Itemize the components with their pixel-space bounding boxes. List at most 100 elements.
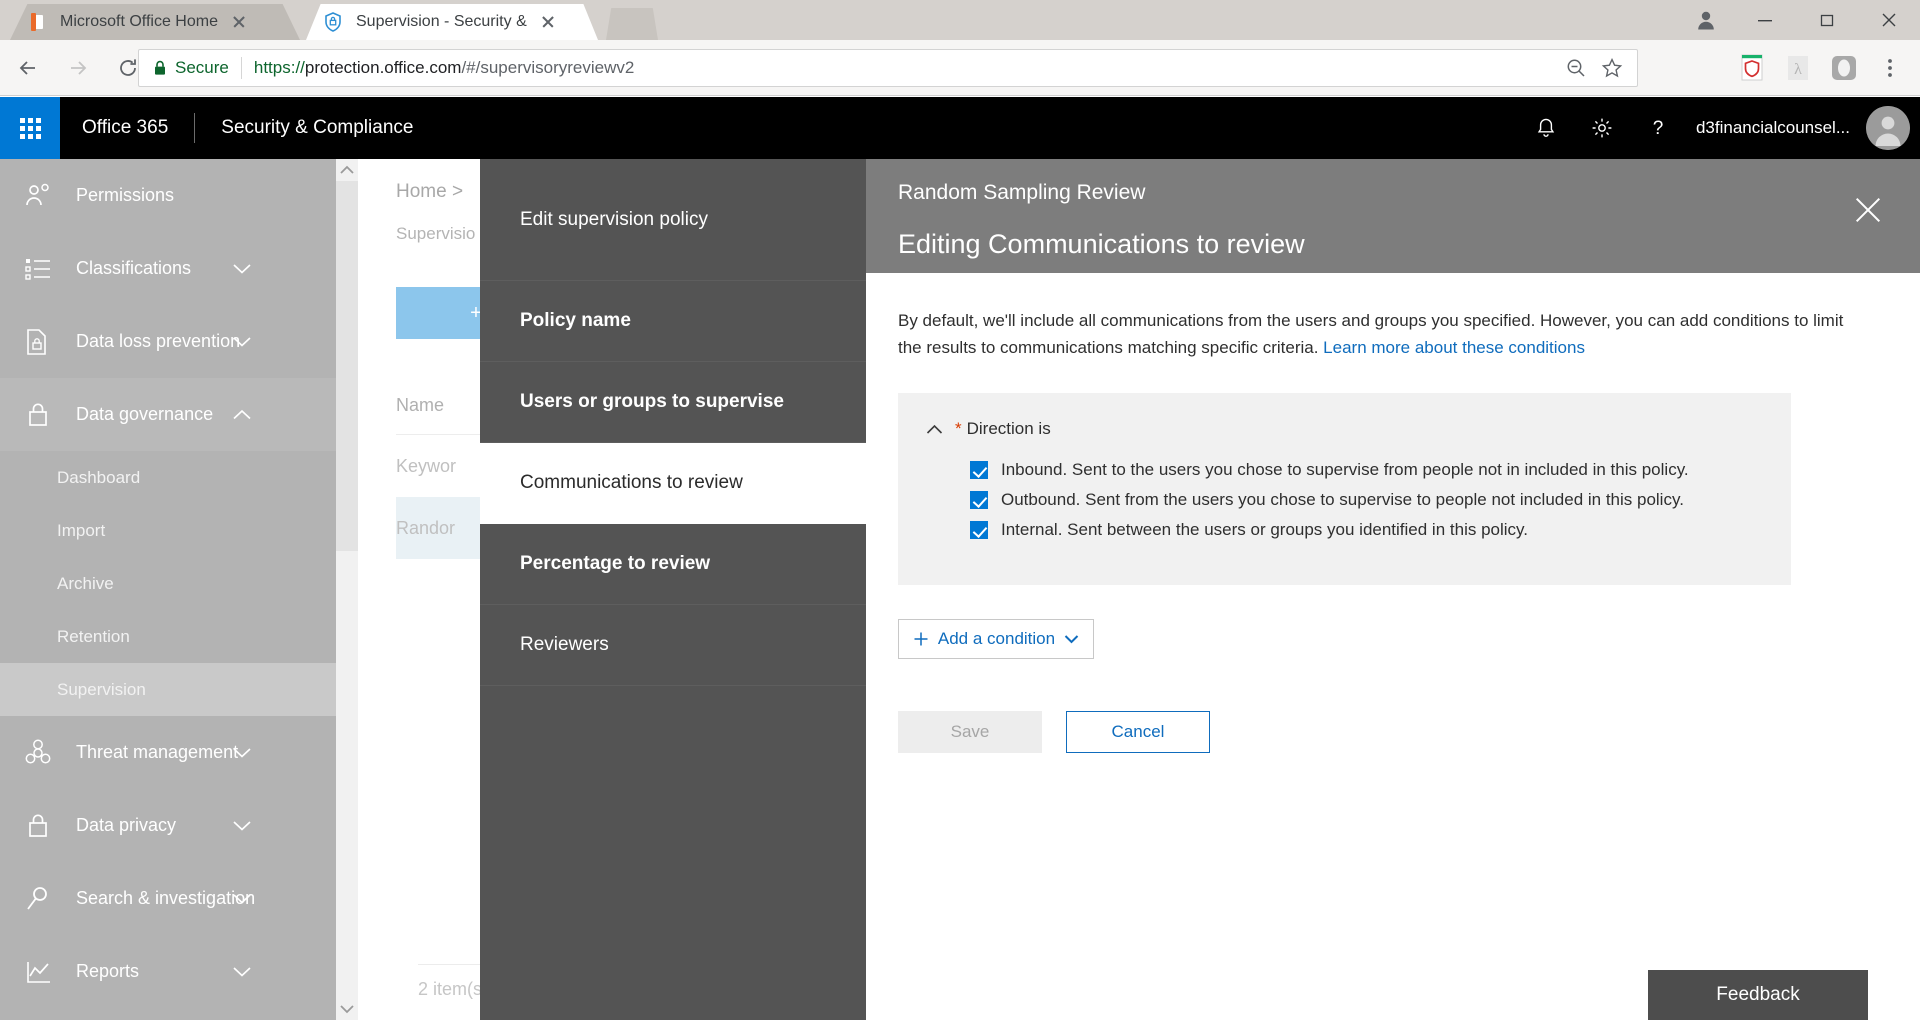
- minimize-icon[interactable]: [1734, 0, 1796, 40]
- scrollbar-thumb[interactable]: [336, 181, 358, 551]
- forward-arrow-icon[interactable]: [56, 46, 100, 90]
- profile-icon[interactable]: [1678, 0, 1734, 40]
- flyout-title: Editing Communications to review: [898, 229, 1894, 260]
- chevron-up-icon[interactable]: [926, 424, 943, 435]
- maximize-icon[interactable]: [1796, 0, 1858, 40]
- back-arrow-icon[interactable]: [6, 46, 50, 90]
- sidebar-subitem-label: Retention: [57, 627, 130, 647]
- sidebar-item-data-governance[interactable]: Data governance: [0, 378, 336, 451]
- policy-name-label: Random Sampling Review: [898, 181, 1894, 205]
- shield-icon: [324, 12, 344, 32]
- three-dot-menu-icon[interactable]: [1870, 49, 1910, 87]
- close-icon[interactable]: [1852, 193, 1886, 227]
- chevron-down-icon[interactable]: [1064, 634, 1079, 644]
- browser-tab-0[interactable]: Microsoft Office Home: [10, 4, 300, 40]
- left-navigation: Permissions Classifications Data loss pr…: [0, 159, 336, 1020]
- sidebar-item-reports[interactable]: Reports: [0, 935, 336, 1008]
- browser-tab-0-close-icon[interactable]: [226, 9, 252, 35]
- sidebar-item-dashboard[interactable]: Dashboard: [0, 451, 336, 504]
- cancel-button[interactable]: Cancel: [1066, 711, 1210, 753]
- sidebar-item-classifications[interactable]: Classifications: [0, 232, 336, 305]
- sidebar-item-archive[interactable]: Archive: [0, 557, 336, 610]
- checkbox-row-internal[interactable]: Internal. Sent between the users or grou…: [970, 515, 1791, 545]
- checkbox-inbound[interactable]: [970, 461, 988, 479]
- browser-tab-1-title: Supervision - Security &: [356, 13, 527, 31]
- url-host: protection.office.com: [305, 58, 462, 77]
- address-bar[interactable]: Secure https://protection.office.com/#/s…: [138, 49, 1638, 87]
- chart-icon: [24, 957, 58, 987]
- wizard-step-policy-name[interactable]: Policy name: [480, 281, 866, 362]
- sidebar-item-supervision[interactable]: Supervision: [0, 663, 336, 716]
- wizard-step-percentage-to-review[interactable]: Percentage to review: [480, 524, 866, 605]
- svg-text:?: ?: [1653, 118, 1664, 139]
- suite-actions: ? d3financialcounsel...: [1518, 97, 1920, 159]
- save-button[interactable]: Save: [898, 711, 1042, 753]
- chevron-down-icon[interactable]: [232, 263, 252, 275]
- sidebar-item-label: Reports: [76, 961, 139, 982]
- chevron-down-icon[interactable]: [232, 820, 252, 832]
- close-icon[interactable]: [1858, 0, 1920, 40]
- add-condition-button[interactable]: Add a condition: [898, 619, 1094, 659]
- wizard-step-communications-to-review[interactable]: Communications to review: [480, 443, 866, 524]
- sidebar-item-label: Threat management: [76, 742, 238, 763]
- extensions-area: λ: [1732, 49, 1910, 87]
- checkbox-row-inbound[interactable]: Inbound. Sent to the users you chose to …: [970, 455, 1791, 485]
- adobe-acrobat-icon[interactable]: λ: [1778, 49, 1818, 87]
- condition-label: Direction is: [967, 419, 1051, 439]
- zoom-out-icon[interactable]: [1565, 57, 1587, 79]
- wizard-title: Edit supervision policy: [480, 159, 866, 281]
- browser-tab-1-close-icon[interactable]: [535, 9, 561, 35]
- notifications-icon[interactable]: [1518, 97, 1574, 159]
- omnibox-actions: [1565, 57, 1627, 79]
- wizard-step-reviewers[interactable]: Reviewers: [480, 605, 866, 686]
- sidebar-item-search-investigation[interactable]: Search & investigation: [0, 862, 336, 935]
- sidebar-item-label: Permissions: [76, 185, 174, 206]
- flyout-header: Random Sampling Review Editing Communica…: [866, 159, 1920, 273]
- sidebar-item-data-privacy[interactable]: Data privacy: [0, 789, 336, 862]
- app-launcher-icon[interactable]: [0, 97, 60, 159]
- help-icon[interactable]: ?: [1630, 97, 1686, 159]
- lock-icon: [153, 60, 167, 76]
- chevron-down-icon[interactable]: [232, 966, 252, 978]
- feedback-button[interactable]: Feedback: [1648, 970, 1868, 1020]
- dlp-icon: [24, 327, 58, 357]
- lock-icon: [24, 400, 58, 430]
- avatar-icon[interactable]: [1866, 106, 1910, 150]
- new-tab-button[interactable]: [606, 8, 658, 40]
- scroll-down-arrow-icon[interactable]: [336, 998, 358, 1020]
- sidebar-item-data-loss-prevention[interactable]: Data loss prevention: [0, 305, 336, 378]
- permissions-icon: [24, 181, 58, 211]
- account-name[interactable]: d3financialcounsel...: [1696, 118, 1850, 138]
- checkbox-outbound[interactable]: [970, 491, 988, 509]
- chevron-down-icon[interactable]: [232, 747, 252, 759]
- flyout-action-buttons: Save Cancel: [898, 711, 1884, 753]
- checkbox-internal[interactable]: [970, 521, 988, 539]
- oval-extension-icon[interactable]: [1824, 49, 1864, 87]
- sidebar-item-permissions[interactable]: Permissions: [0, 159, 336, 232]
- settings-icon[interactable]: [1574, 97, 1630, 159]
- sidebar-item-threat-management[interactable]: Threat management: [0, 716, 336, 789]
- browser-tab-1[interactable]: Supervision - Security &: [306, 4, 598, 40]
- sidebar-item-import[interactable]: Import: [0, 504, 336, 557]
- chevron-up-icon[interactable]: [232, 409, 252, 421]
- scroll-up-arrow-icon[interactable]: [336, 159, 358, 181]
- sidebar-item-retention[interactable]: Retention: [0, 610, 336, 663]
- page-scrollbar[interactable]: [336, 159, 358, 1020]
- checkbox-label-internal: Internal. Sent between the users or grou…: [1001, 520, 1528, 540]
- chevron-down-icon[interactable]: [232, 893, 252, 905]
- editing-flyout-panel: Random Sampling Review Editing Communica…: [866, 159, 1920, 1020]
- item-count-label: 2 item(s: [418, 979, 482, 1000]
- sidebar-item-label: Data governance: [76, 404, 213, 425]
- chevron-down-icon[interactable]: [232, 336, 252, 348]
- office-icon: [28, 12, 48, 32]
- wizard-step-users-or-groups[interactable]: Users or groups to supervise: [480, 362, 866, 443]
- learn-more-link[interactable]: Learn more about these conditions: [1323, 338, 1585, 357]
- condition-header[interactable]: * Direction is: [898, 419, 1791, 439]
- star-icon[interactable]: [1601, 57, 1623, 79]
- suite-brand[interactable]: Office 365: [82, 117, 168, 139]
- sidebar-subitem-label: Supervision: [57, 680, 146, 700]
- table-cell-name: Randor: [396, 518, 455, 539]
- suite-app-name[interactable]: Security & Compliance: [221, 117, 413, 139]
- checkbox-row-outbound[interactable]: Outbound. Sent from the users you chose …: [970, 485, 1791, 515]
- shield-extension-icon[interactable]: [1732, 49, 1772, 87]
